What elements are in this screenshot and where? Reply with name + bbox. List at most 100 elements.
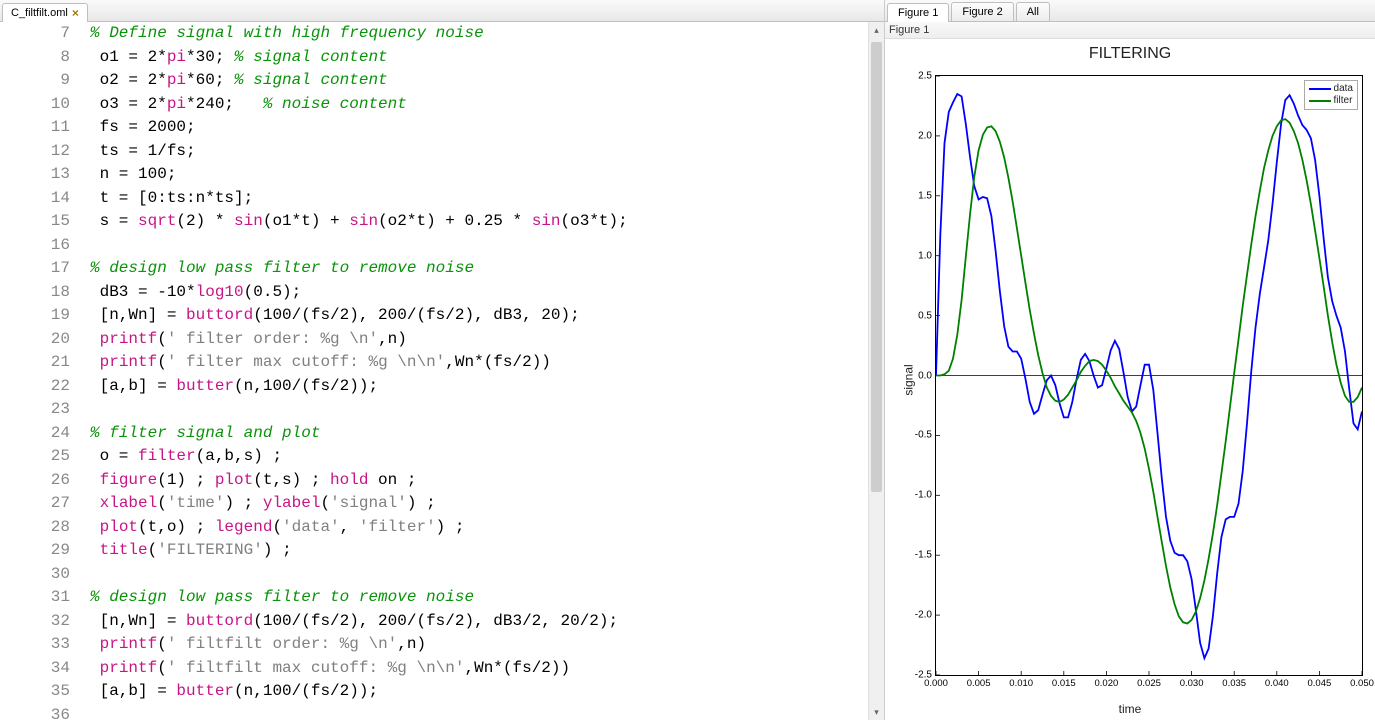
code-content[interactable]: dB3 = -10*log10(0.5); — [90, 281, 884, 305]
code-content[interactable]: % design low pass filter to remove noise — [90, 257, 884, 281]
code-line[interactable]: 23 — [0, 398, 884, 422]
editor-pane: C_filtfilt.oml × 7% Define signal with h… — [0, 0, 885, 720]
code-content[interactable]: s = sqrt(2) * sin(o1*t) + sin(o2*t) + 0.… — [90, 210, 884, 234]
code-content[interactable]: n = 100; — [90, 163, 884, 187]
x-tick-label: 0.035 — [1222, 675, 1246, 689]
code-line[interactable]: 29 title('FILTERING') ; — [0, 539, 884, 563]
y-tick-label: 0.5 — [918, 310, 936, 321]
code-content[interactable]: o2 = 2*pi*60; % signal content — [90, 69, 884, 93]
figure-canvas[interactable]: FILTERING signal time datafilter 2.52.01… — [885, 39, 1375, 720]
code-editor[interactable]: 7% Define signal with high frequency noi… — [0, 22, 884, 720]
code-line[interactable]: 25 o = filter(a,b,s) ; — [0, 445, 884, 469]
code-line[interactable]: 19 [n,Wn] = buttord(100/(fs/2), 200/(fs/… — [0, 304, 884, 328]
x-tick-label: 0.050 — [1350, 675, 1374, 689]
line-number: 31 — [0, 586, 90, 610]
code-content[interactable]: [a,b] = butter(n,100/(fs/2)); — [90, 680, 884, 704]
code-content[interactable]: printf(' filtfilt order: %g \n',n) — [90, 633, 884, 657]
code-content[interactable]: fs = 2000; — [90, 116, 884, 140]
line-number: 13 — [0, 163, 90, 187]
code-line[interactable]: 33 printf(' filtfilt order: %g \n',n) — [0, 633, 884, 657]
code-content[interactable]: % filter signal and plot — [90, 422, 884, 446]
editor-scrollbar[interactable]: ▴ ▾ — [868, 22, 884, 720]
code-line[interactable]: 22 [a,b] = butter(n,100/(fs/2)); — [0, 375, 884, 399]
code-line[interactable]: 30 — [0, 563, 884, 587]
line-number: 7 — [0, 22, 90, 46]
code-line[interactable]: 15 s = sqrt(2) * sin(o1*t) + sin(o2*t) +… — [0, 210, 884, 234]
code-content[interactable]: plot(t,o) ; legend('data', 'filter') ; — [90, 516, 884, 540]
code-content[interactable] — [90, 704, 884, 720]
y-tick-label: -0.5 — [915, 430, 936, 441]
code-content[interactable]: ts = 1/fs; — [90, 140, 884, 164]
legend-item: data — [1309, 83, 1353, 95]
code-line[interactable]: 35 [a,b] = butter(n,100/(fs/2)); — [0, 680, 884, 704]
code-content[interactable]: title('FILTERING') ; — [90, 539, 884, 563]
legend: datafilter — [1304, 80, 1358, 110]
code-line[interactable]: 28 plot(t,o) ; legend('data', 'filter') … — [0, 516, 884, 540]
line-number: 29 — [0, 539, 90, 563]
code-line[interactable]: 32 [n,Wn] = buttord(100/(fs/2), 200/(fs/… — [0, 610, 884, 634]
code-line[interactable]: 13 n = 100; — [0, 163, 884, 187]
code-content[interactable]: % Define signal with high frequency nois… — [90, 22, 884, 46]
code-content[interactable]: % design low pass filter to remove noise — [90, 586, 884, 610]
code-content[interactable]: t = [0:ts:n*ts]; — [90, 187, 884, 211]
code-line[interactable]: 31% design low pass filter to remove noi… — [0, 586, 884, 610]
code-line[interactable]: 18 dB3 = -10*log10(0.5); — [0, 281, 884, 305]
code-line[interactable]: 12 ts = 1/fs; — [0, 140, 884, 164]
x-tick-label: 0.010 — [1009, 675, 1033, 689]
code-content[interactable]: printf(' filter order: %g \n',n) — [90, 328, 884, 352]
code-content[interactable]: o3 = 2*pi*240; % noise content — [90, 93, 884, 117]
code-line[interactable]: 8 o1 = 2*pi*30; % signal content — [0, 46, 884, 70]
line-number: 25 — [0, 445, 90, 469]
x-tick-label: 0.015 — [1052, 675, 1076, 689]
close-icon[interactable]: × — [72, 7, 79, 19]
figure-tab[interactable]: All — [1016, 2, 1050, 21]
code-content[interactable] — [90, 563, 884, 587]
code-content[interactable] — [90, 234, 884, 258]
code-line[interactable]: 34 printf(' filtfilt max cutoff: %g \n\n… — [0, 657, 884, 681]
code-content[interactable]: o = filter(a,b,s) ; — [90, 445, 884, 469]
editor-tab-bar: C_filtfilt.oml × — [0, 0, 884, 22]
line-number: 24 — [0, 422, 90, 446]
code-content[interactable]: xlabel('time') ; ylabel('signal') ; — [90, 492, 884, 516]
code-content[interactable]: printf(' filtfilt max cutoff: %g \n\n',W… — [90, 657, 884, 681]
scroll-up-icon[interactable]: ▴ — [869, 22, 884, 38]
figure-tab[interactable]: Figure 1 — [887, 3, 949, 22]
code-line[interactable]: 27 xlabel('time') ; ylabel('signal') ; — [0, 492, 884, 516]
code-content[interactable]: [n,Wn] = buttord(100/(fs/2), 200/(fs/2),… — [90, 610, 884, 634]
code-line[interactable]: 26 figure(1) ; plot(t,s) ; hold on ; — [0, 469, 884, 493]
code-content[interactable]: printf(' filter max cutoff: %g \n\n',Wn*… — [90, 351, 884, 375]
code-content[interactable]: [a,b] = butter(n,100/(fs/2)); — [90, 375, 884, 399]
code-line[interactable]: 24% filter signal and plot — [0, 422, 884, 446]
plot-area: datafilter 2.52.01.51.00.50.0-0.5-1.0-1.… — [935, 75, 1363, 676]
x-axis-label: time — [1119, 702, 1142, 716]
code-line[interactable]: 14 t = [0:ts:n*ts]; — [0, 187, 884, 211]
scroll-thumb[interactable] — [871, 42, 882, 492]
y-tick-label: 1.5 — [918, 190, 936, 201]
line-number: 8 — [0, 46, 90, 70]
scroll-down-icon[interactable]: ▾ — [869, 704, 884, 720]
x-tick-label: 0.020 — [1095, 675, 1119, 689]
code-line[interactable]: 16 — [0, 234, 884, 258]
code-line[interactable]: 7% Define signal with high frequency noi… — [0, 22, 884, 46]
x-tick-label: 0.005 — [967, 675, 991, 689]
line-number: 23 — [0, 398, 90, 422]
x-tick-label: 0.000 — [924, 675, 948, 689]
code-content[interactable] — [90, 398, 884, 422]
line-number: 18 — [0, 281, 90, 305]
line-number: 16 — [0, 234, 90, 258]
code-content[interactable]: [n,Wn] = buttord(100/(fs/2), 200/(fs/2),… — [90, 304, 884, 328]
y-tick-label: 2.5 — [918, 71, 936, 82]
editor-tab[interactable]: C_filtfilt.oml × — [2, 3, 88, 22]
code-line[interactable]: 36 — [0, 704, 884, 720]
code-line[interactable]: 11 fs = 2000; — [0, 116, 884, 140]
code-content[interactable]: figure(1) ; plot(t,s) ; hold on ; — [90, 469, 884, 493]
code-line[interactable]: 10 o3 = 2*pi*240; % noise content — [0, 93, 884, 117]
legend-swatch — [1309, 88, 1331, 90]
code-content[interactable]: o1 = 2*pi*30; % signal content — [90, 46, 884, 70]
legend-label: filter — [1334, 95, 1353, 107]
figure-tab[interactable]: Figure 2 — [951, 2, 1013, 21]
code-line[interactable]: 9 o2 = 2*pi*60; % signal content — [0, 69, 884, 93]
code-line[interactable]: 20 printf(' filter order: %g \n',n) — [0, 328, 884, 352]
code-line[interactable]: 21 printf(' filter max cutoff: %g \n\n',… — [0, 351, 884, 375]
code-line[interactable]: 17% design low pass filter to remove noi… — [0, 257, 884, 281]
